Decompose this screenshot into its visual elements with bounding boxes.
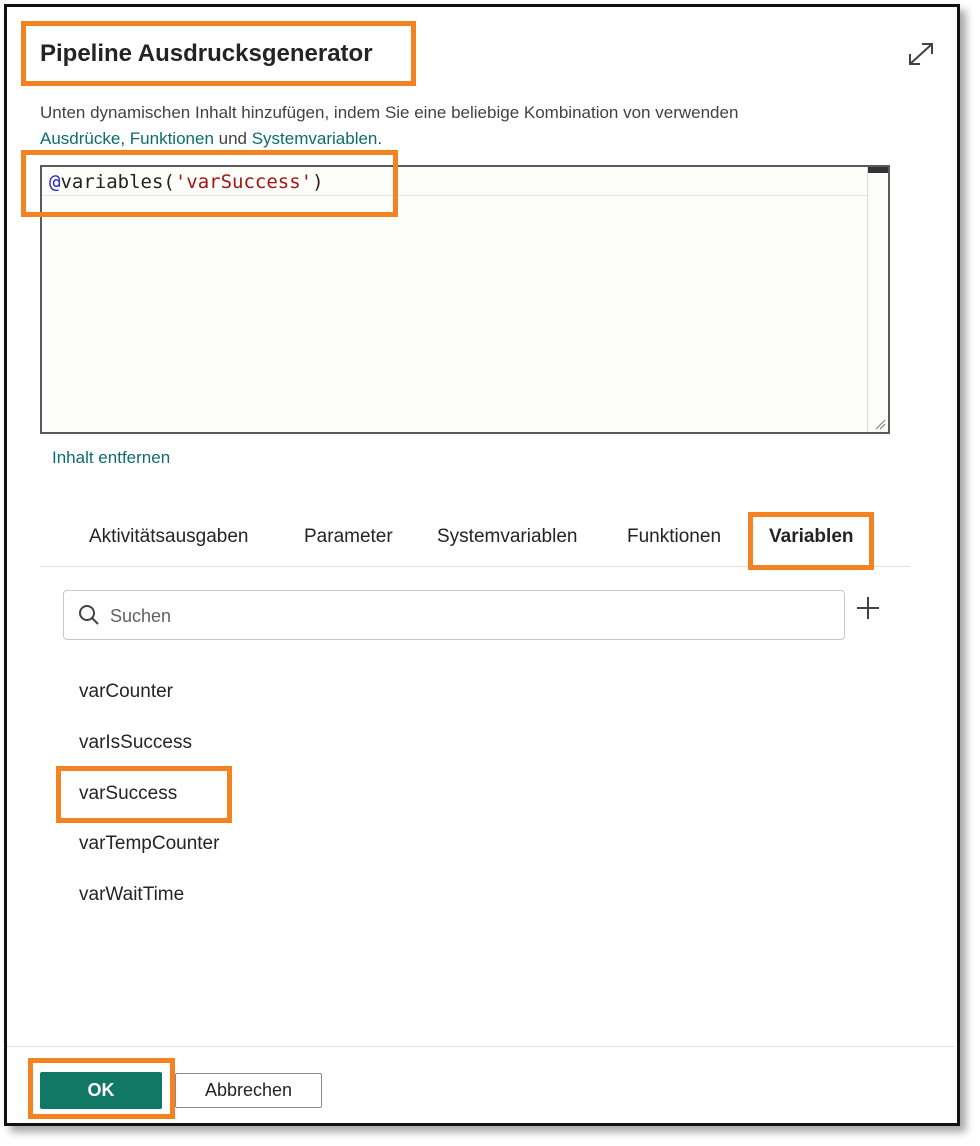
code-string: 'varSuccess'	[174, 171, 313, 193]
period-text: .	[377, 129, 383, 148]
tab-parameters[interactable]: Parameter	[304, 526, 393, 548]
variable-item-vartempcounter[interactable]: varTempCounter	[79, 833, 219, 855]
expression-code[interactable]: @variables('varSuccess')	[49, 170, 324, 194]
variable-item-varcounter[interactable]: varCounter	[79, 681, 173, 703]
description-text: Unten dynamischen Inhalt hinzufügen, ind…	[40, 103, 739, 122]
search-input[interactable]	[108, 601, 812, 631]
variable-item-varwaittime[interactable]: varWaitTime	[79, 884, 184, 906]
cancel-button[interactable]: Abbrechen	[175, 1073, 322, 1108]
and-text: und	[213, 129, 252, 148]
expression-editor[interactable]: @variables('varSuccess')	[40, 165, 890, 434]
editor-scrollbar[interactable]	[867, 167, 888, 432]
comma-text: ,	[120, 129, 130, 148]
variable-item-varsuccess[interactable]: varSuccess	[79, 783, 177, 805]
scrollbar-thumb[interactable]	[868, 167, 888, 173]
dialog-description: Unten dynamischen Inhalt hinzufügen, ind…	[40, 100, 920, 152]
tab-bar: Aktivitätsausgaben Parameter Systemvaria…	[40, 518, 910, 567]
code-at-symbol: @	[49, 171, 61, 193]
tab-activity-outputs[interactable]: Aktivitätsausgaben	[89, 526, 249, 548]
ok-button[interactable]: OK	[40, 1072, 162, 1109]
dialog-title: Pipeline Ausdrucksgenerator	[40, 40, 373, 67]
remove-content-link[interactable]: Inhalt entfernen	[52, 448, 170, 468]
plus-icon[interactable]	[856, 596, 880, 620]
expressions-link[interactable]: Ausdrücke	[40, 129, 120, 148]
tab-functions[interactable]: Funktionen	[627, 526, 721, 548]
code-function: variables(	[60, 171, 175, 193]
code-close-paren: )	[312, 171, 324, 193]
system-variables-link[interactable]: Systemvariablen	[252, 129, 378, 148]
variable-item-varissuccess[interactable]: varIsSuccess	[79, 732, 192, 754]
search-icon	[79, 605, 99, 625]
resize-handle-icon[interactable]	[874, 418, 886, 430]
tab-system-variables[interactable]: Systemvariablen	[437, 526, 577, 548]
tab-variables[interactable]: Variablen	[769, 526, 854, 548]
functions-link[interactable]: Funktionen	[130, 129, 214, 148]
search-box[interactable]	[63, 590, 845, 640]
expand-icon[interactable]	[906, 40, 936, 68]
footer-divider	[7, 1046, 955, 1047]
